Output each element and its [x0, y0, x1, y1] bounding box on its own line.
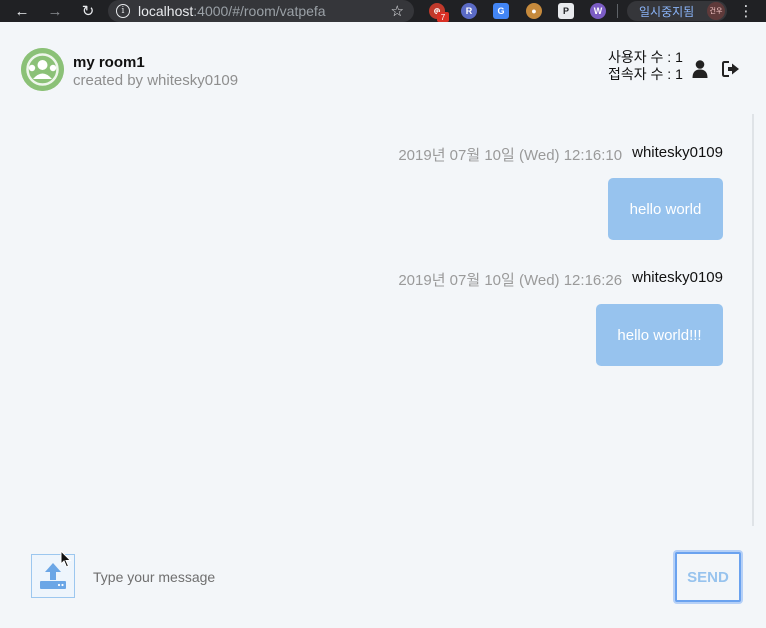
message-time: 2019년 07월 10일 (Wed) 12:16:26 — [398, 272, 623, 289]
room-title: my room1 — [73, 54, 145, 71]
extension-r-icon[interactable]: R — [461, 3, 477, 19]
back-icon[interactable]: ← — [9, 0, 35, 22]
url-host: localhost — [138, 3, 194, 19]
leave-room-icon[interactable] — [722, 60, 740, 78]
group-avatar-icon — [21, 48, 64, 91]
room-avatar — [21, 48, 64, 91]
extension-badge: 7 — [437, 12, 449, 22]
reload-icon[interactable]: ↻ — [75, 0, 101, 22]
extension-p-icon[interactable]: P — [558, 3, 574, 19]
message-bubble: hello world — [608, 178, 723, 240]
profile-status: 일시중지됨 — [639, 4, 695, 19]
url-path: :4000/#/room/vatpefa — [193, 3, 326, 19]
room-stats: 사용자 수 : 1 접속자 수 : 1 — [608, 49, 683, 83]
chat-header: my room1 created by whitesky0109 사용자 수 :… — [0, 22, 766, 114]
address-bar[interactable]: i localhost:4000/#/room/vatpefa ☆ — [108, 0, 414, 22]
message-meta: 2019년 07월 10일 (Wed) 12:16:26 whitesky010… — [398, 269, 723, 290]
scrollbar[interactable] — [752, 114, 754, 526]
cookie-extension-icon[interactable]: ● — [526, 3, 542, 19]
forward-icon[interactable]: → — [42, 0, 68, 22]
connected-count: 접속자 수 : 1 — [608, 66, 683, 82]
message-bubble: hello world!!! — [596, 304, 723, 366]
browser-toolbar: ← → ↻ i localhost:4000/#/room/vatpefa ☆ … — [0, 0, 766, 22]
message-author: whitesky0109 — [632, 269, 723, 286]
room-creator: created by whitesky0109 — [73, 72, 239, 89]
bookmark-star-icon[interactable]: ☆ — [391, 2, 404, 20]
message-meta: 2019년 07월 10일 (Wed) 12:16:10 whitesky010… — [398, 144, 723, 165]
user-list-icon[interactable] — [692, 60, 708, 78]
browser-menu-icon[interactable]: ⋮ — [739, 1, 754, 21]
user-count: 사용자 수 : 1 — [608, 49, 683, 65]
message-composer: SEND — [0, 526, 766, 628]
translate-extension-icon[interactable]: G — [493, 3, 509, 19]
message-list: 2019년 07월 10일 (Wed) 12:16:10 whitesky010… — [0, 114, 766, 526]
message-author: whitesky0109 — [632, 144, 723, 161]
profile-button[interactable]: 일시중지됨 건우 — [627, 1, 727, 21]
send-button[interactable]: SEND — [675, 552, 741, 602]
profile-avatar: 건우 — [707, 2, 725, 20]
toolbar-divider — [617, 4, 618, 18]
message-time: 2019년 07월 10일 (Wed) 12:16:10 — [398, 147, 623, 164]
info-icon[interactable]: i — [116, 4, 130, 18]
mouse-cursor-icon — [60, 550, 72, 568]
extension-w-icon[interactable]: W — [590, 3, 606, 19]
message-input[interactable] — [93, 564, 653, 590]
